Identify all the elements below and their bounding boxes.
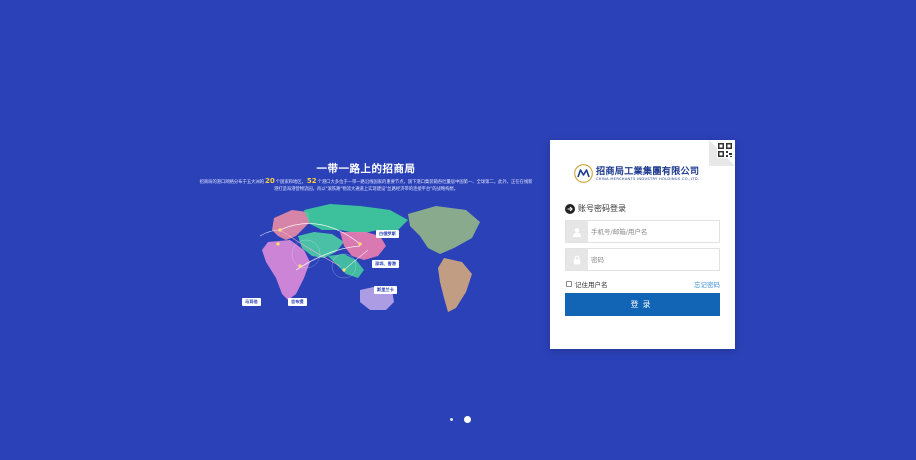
remember-checkbox[interactable]	[566, 281, 572, 287]
user-icon	[566, 221, 588, 242]
ports-count: 52	[306, 177, 317, 185]
carousel-pager	[450, 416, 471, 423]
company-logo: 招商局工業集團有限公司 CHINA MERCHANTS INDUSTRY HOL…	[574, 162, 714, 186]
lock-icon	[566, 249, 588, 270]
remember-label: 记住用户名	[575, 281, 608, 289]
carousel-dot-1[interactable]	[450, 418, 453, 421]
arrow-right-circle-icon	[565, 203, 575, 214]
banner-desc-part: 招商局的港口网络分布于五大洲的	[199, 180, 265, 185]
map-tag-belarus: 白俄罗斯	[376, 230, 399, 238]
login-panel: 招商局工業集團有限公司 CHINA MERCHANTS INDUSTRY HOL…	[550, 140, 735, 349]
login-button[interactable]: 登录	[565, 293, 720, 316]
username-field	[565, 220, 720, 243]
map-tag-shenzhen-hongkong: 深圳、香港	[372, 260, 399, 268]
map-tag-sri-lanka: 斯里兰卡	[374, 286, 397, 294]
banner-slide: 一带一路上的招商局 招商局的港口网络分布于五大洲的20个国家和地区，52个港口大…	[196, 158, 536, 328]
login-heading-text: 账号密码登录	[578, 204, 626, 213]
map-tag-malta: 马耳他	[242, 298, 261, 306]
password-field	[565, 248, 720, 271]
banner-desc-part: 个国家和地区，	[275, 180, 306, 185]
remember-username[interactable]: 记住用户名	[566, 279, 608, 289]
logo-chinese-name: 招商局工業集團有限公司	[596, 166, 700, 177]
carousel-dot-2-active[interactable]	[464, 416, 471, 423]
countries-count: 20	[265, 177, 275, 185]
logo-english-name: CHINA MERCHANTS INDUSTRY HOLDINGS CO.,LT…	[596, 177, 700, 181]
login-heading: 账号密码登录	[565, 203, 626, 214]
banner-description: 招商局的港口网络分布于五大洲的20个国家和地区，52个港口大多位于一带一路沿线国…	[198, 177, 534, 193]
banner-title: 一带一路上的招商局	[316, 163, 416, 175]
map-tag-djibouti: 吉布提	[288, 298, 307, 306]
forgot-password-link[interactable]: 忘记密码	[694, 279, 720, 289]
company-emblem-icon	[574, 164, 593, 183]
username-input[interactable]	[591, 223, 717, 240]
world-map-graphic	[259, 204, 480, 312]
password-input[interactable]	[591, 251, 717, 268]
world-map: 白俄罗斯 深圳、香港 斯里兰卡 马耳他 吉布提	[240, 200, 496, 328]
